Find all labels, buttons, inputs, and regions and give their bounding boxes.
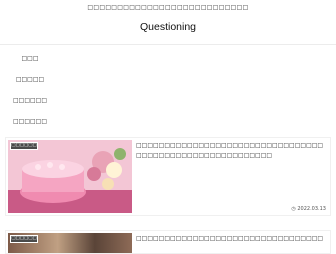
- post-card[interactable]: □□□□□□ □□□□□□□□□□□□□□□□□□□□□□□□□□□□□□□□□…: [5, 137, 331, 216]
- nav-item-3[interactable]: □□□□□□: [0, 90, 60, 111]
- post-thumbnail[interactable]: □□□□□□: [8, 233, 132, 253]
- category-badge[interactable]: □□□□□□: [10, 235, 38, 243]
- post-card[interactable]: □□□□□□ □□□□□□□□□□□□□□□□□□□□□□□□□□□□□□□□□…: [5, 230, 331, 254]
- nav-item-2[interactable]: □□□□□: [0, 69, 60, 90]
- header-divider: [0, 44, 336, 45]
- clock-icon: ◷: [291, 206, 296, 212]
- nav-item-1[interactable]: □□□: [0, 48, 60, 69]
- site-tagline: □□□□□□□□□□□□□□□□□□□□□□□□□□□: [87, 4, 249, 11]
- post-date-text: 2022.03.13: [297, 206, 326, 212]
- nav-item-4[interactable]: □□□□□□: [0, 111, 60, 132]
- post-title[interactable]: □□□□□□□□□□□□□□□□□□□□□□□□□□□□□□□□□□□□□□□: [136, 234, 326, 244]
- cake-photo-image: [8, 140, 132, 213]
- post-date: ◷ 2022.03.13: [291, 206, 326, 212]
- sidebar-nav: □□□ □□□□□ □□□□□□ □□□□□□: [0, 48, 60, 132]
- post-title[interactable]: □□□□□□□□□□□□□□□□□□□□□□□□□□□□□□□□□□□□□□□□…: [136, 141, 326, 161]
- category-badge[interactable]: □□□□□□: [10, 142, 38, 150]
- post-thumbnail[interactable]: □□□□□□: [8, 140, 132, 213]
- site-title[interactable]: Questioning: [0, 21, 336, 33]
